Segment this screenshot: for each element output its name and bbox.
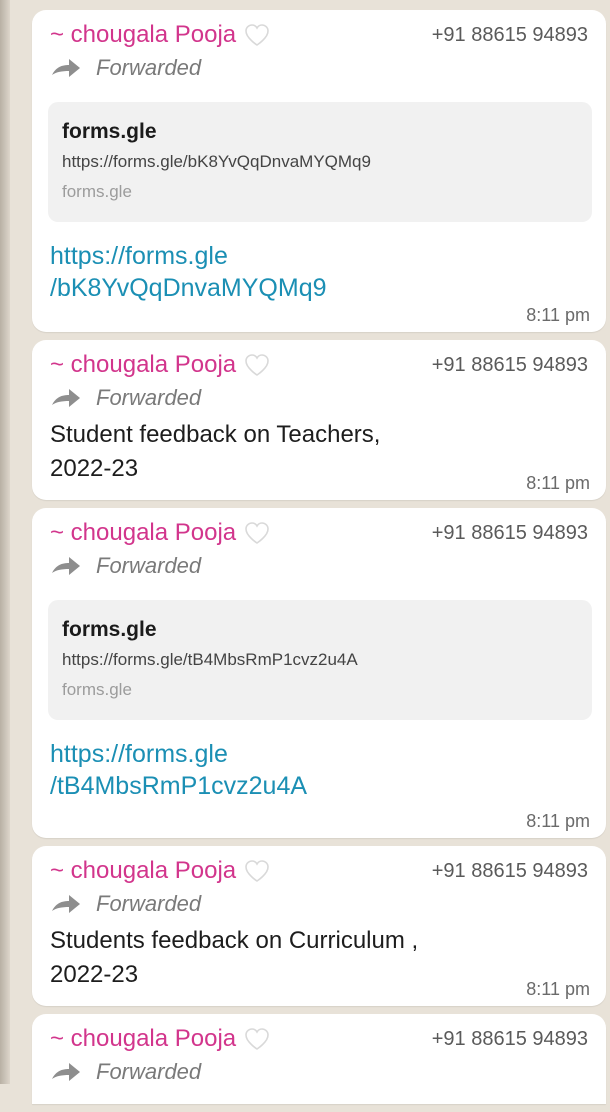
sender-phone[interactable]: +91 88615 94893 [432, 354, 590, 377]
preview-domain: forms.gle [62, 680, 132, 699]
preview-title: forms.gle [62, 120, 157, 143]
link-preview-card[interactable]: forms.gle https://forms.gle/tB4MbsRmP1cv… [48, 600, 592, 720]
heart-icon [245, 860, 269, 882]
sender-phone[interactable]: +91 88615 94893 [432, 1028, 590, 1051]
sender-name[interactable]: ~ chougala Pooja [50, 1025, 270, 1053]
sender-name-text[interactable]: ~ chougala Pooja [50, 1025, 236, 1053]
heart-icon [245, 1028, 269, 1050]
forwarded-label: Forwarded [50, 550, 590, 582]
link-line-1[interactable]: https://forms.gle [50, 740, 228, 768]
forwarded-text: Forwarded [96, 553, 202, 578]
forwarded-text: Forwarded [96, 891, 202, 916]
forwarded-label: Forwarded [50, 52, 590, 84]
link-line-1[interactable]: https://forms.gle [50, 242, 228, 270]
message-text: Students feedback on Curriculum , 2022-2… [50, 924, 590, 992]
message-time: 8:11 pm [526, 305, 590, 325]
message-bubble[interactable]: ~ chougala Pooja +91 88615 94893 Forward… [32, 10, 606, 332]
message-header: ~ chougala Pooja +91 88615 94893 [50, 518, 590, 548]
message-bubble[interactable]: ~ chougala Pooja +91 88615 94893 Forward… [32, 1014, 606, 1104]
forwarded-text: Forwarded [96, 1059, 202, 1084]
message-header: ~ chougala Pooja +91 88615 94893 [50, 350, 590, 380]
preview-title: forms.gle [62, 618, 157, 641]
message-text-line-1: Student feedback on Teachers, [50, 421, 381, 448]
sender-name-text[interactable]: ~ chougala Pooja [50, 351, 236, 379]
forward-arrow-icon [52, 59, 80, 77]
message-time: 8:11 pm [526, 473, 590, 493]
sender-phone[interactable]: +91 88615 94893 [432, 860, 590, 883]
sender-phone[interactable]: +91 88615 94893 [432, 522, 590, 545]
sender-name[interactable]: ~ chougala Pooja [50, 857, 270, 885]
message-link[interactable]: https://forms.gle /bK8YvQqDnvaMYQMq9 [50, 234, 590, 304]
sender-name[interactable]: ~ chougala Pooja [50, 351, 270, 379]
link-line-2[interactable]: /bK8YvQqDnvaMYQMq9 [50, 274, 327, 302]
sender-name[interactable]: ~ chougala Pooja [50, 21, 270, 49]
message-text: Student feedback on Teachers, 2022-23 [50, 418, 590, 486]
forwarded-text: Forwarded [96, 385, 202, 410]
message-text-line-2: 2022-23 [50, 961, 139, 988]
screen-edge [0, 0, 10, 1084]
link-line-2[interactable]: /tB4MbsRmP1cvz2u4A [50, 772, 307, 800]
message-time: 8:11 pm [526, 979, 590, 999]
message-bubble[interactable]: ~ chougala Pooja +91 88615 94893 Forward… [32, 340, 606, 500]
sender-name[interactable]: ~ chougala Pooja [50, 519, 270, 547]
heart-icon [245, 522, 269, 544]
link-preview-card[interactable]: forms.gle https://forms.gle/bK8YvQqDnvaM… [48, 102, 592, 222]
forwarded-text: Forwarded [96, 55, 202, 80]
sender-phone[interactable]: +91 88615 94893 [432, 24, 590, 47]
message-text-line-2: 2022-23 [50, 455, 139, 482]
sender-name-text[interactable]: ~ chougala Pooja [50, 857, 236, 885]
forward-arrow-icon [52, 895, 80, 913]
message-header: ~ chougala Pooja +91 88615 94893 [50, 20, 590, 50]
heart-icon [245, 24, 269, 46]
message-header: ~ chougala Pooja +91 88615 94893 [50, 1024, 590, 1054]
chat-message-list[interactable]: ~ chougala Pooja +91 88615 94893 Forward… [32, 10, 606, 1112]
preview-url: https://forms.gle/bK8YvQqDnvaMYQMq9 [62, 152, 371, 171]
message-time: 8:11 pm [526, 811, 590, 831]
forward-arrow-icon [52, 389, 80, 407]
preview-url: https://forms.gle/tB4MbsRmP1cvz2u4A [62, 650, 358, 669]
forwarded-label: Forwarded [50, 1056, 590, 1088]
message-text-line-1: Students feedback on Curriculum , [50, 927, 419, 954]
message-link[interactable]: https://forms.gle /tB4MbsRmP1cvz2u4A [50, 732, 590, 802]
message-bubble[interactable]: ~ chougala Pooja +91 88615 94893 Forward… [32, 846, 606, 1006]
forward-arrow-icon [52, 1063, 80, 1081]
forward-arrow-icon [52, 557, 80, 575]
sender-name-text[interactable]: ~ chougala Pooja [50, 21, 236, 49]
forwarded-label: Forwarded [50, 888, 590, 920]
message-bubble[interactable]: ~ chougala Pooja +91 88615 94893 Forward… [32, 508, 606, 838]
forwarded-label: Forwarded [50, 382, 590, 414]
preview-domain: forms.gle [62, 182, 132, 201]
message-header: ~ chougala Pooja +91 88615 94893 [50, 856, 590, 886]
heart-icon [245, 354, 269, 376]
sender-name-text[interactable]: ~ chougala Pooja [50, 519, 236, 547]
